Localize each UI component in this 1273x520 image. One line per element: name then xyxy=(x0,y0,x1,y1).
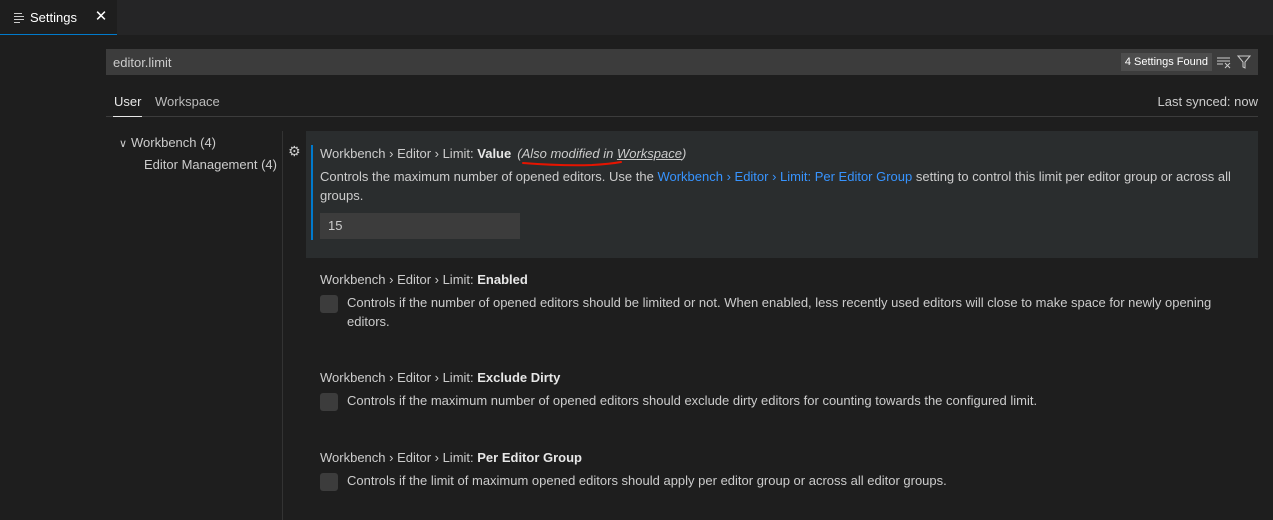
tab-workspace[interactable]: Workspace xyxy=(155,94,220,109)
setting-description: Controls if the limit of maximum opened … xyxy=(347,473,947,488)
workspace-link[interactable]: Workspace xyxy=(617,146,682,161)
toc-item-workbench[interactable]: ∨ Workbench (4) xyxy=(119,135,216,150)
modified-note: (Also modified in Workspace) xyxy=(517,146,687,161)
annotation-underline xyxy=(522,161,622,167)
tab-settings[interactable]: Settings ✕ xyxy=(0,0,117,35)
setting-description: Controls if the maximum number of opened… xyxy=(347,393,1038,408)
gear-icon[interactable]: ⚙ xyxy=(288,144,302,158)
setting-title: Workbench › Editor › Limit: Exclude Dirt… xyxy=(320,370,561,385)
setting-limit-exclude-dirty: Workbench › Editor › Limit: Exclude Dirt… xyxy=(306,356,1258,426)
setting-limit-per-editor-group: Workbench › Editor › Limit: Per Editor G… xyxy=(306,436,1258,506)
chevron-down-icon: ∨ xyxy=(119,138,128,150)
sync-status: Last synced: now xyxy=(1157,94,1258,109)
tab-user[interactable]: User xyxy=(112,94,143,117)
close-icon[interactable]: ✕ xyxy=(93,9,109,25)
setting-title: Workbench › Editor › Limit: Value (Also m… xyxy=(320,146,687,161)
per-editor-group-link[interactable]: Workbench › Editor › Limit: Per Editor G… xyxy=(657,169,912,184)
exclude-dirty-checkbox[interactable] xyxy=(320,393,338,411)
setting-limit-enabled: Workbench › Editor › Limit: Enabled Cont… xyxy=(306,258,1258,344)
limit-value-input[interactable]: 15 xyxy=(320,213,520,239)
focus-indicator xyxy=(311,145,313,240)
search-value: editor.limit xyxy=(113,54,172,70)
settings-search-input[interactable]: editor.limit 4 Settings Found xyxy=(106,49,1258,75)
tab-label: Settings xyxy=(30,9,77,25)
toc-divider xyxy=(282,131,283,520)
editor-tab-bar: Settings ✕ xyxy=(0,0,1273,35)
filter-icon[interactable] xyxy=(1237,55,1251,69)
setting-title: Workbench › Editor › Limit: Enabled xyxy=(320,272,528,287)
setting-title: Workbench › Editor › Limit: Per Editor G… xyxy=(320,450,582,465)
setting-description: Controls if the number of opened editors… xyxy=(347,295,1212,329)
settings-list-icon xyxy=(14,12,24,23)
results-count-badge: 4 Settings Found xyxy=(1120,53,1212,71)
per-editor-group-checkbox[interactable] xyxy=(320,473,338,491)
setting-limit-value: Workbench › Editor › Limit: Value (Also m… xyxy=(306,131,1258,258)
setting-description: Controls the maximum number of opened ed… xyxy=(320,169,1231,203)
limit-enabled-checkbox[interactable] xyxy=(320,295,338,313)
toc-item-editor-management[interactable]: Editor Management (4) xyxy=(144,157,277,172)
settings-scope-bar: User Workspace Last synced: now xyxy=(106,87,1258,117)
clear-filter-icon[interactable] xyxy=(1217,55,1231,69)
